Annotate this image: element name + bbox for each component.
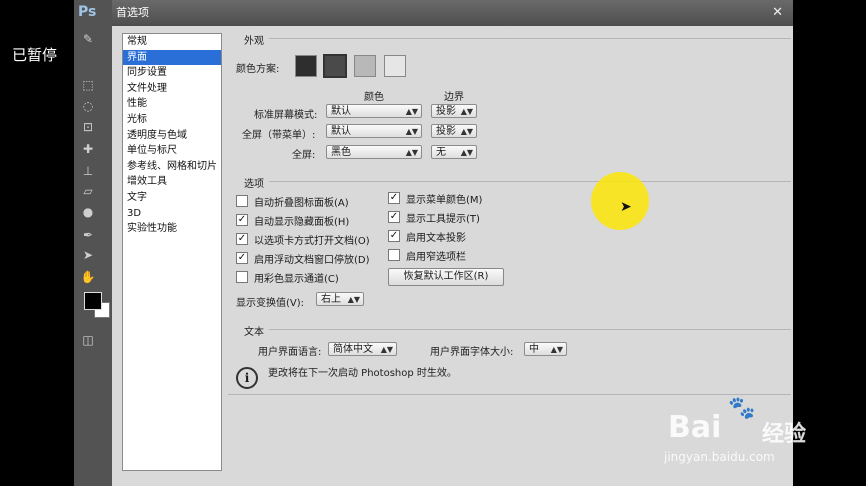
chevron-down-icon: ▲▼ — [380, 345, 393, 354]
ps-toolbar — [74, 0, 113, 486]
text-drop-shadow-checkbox[interactable]: ✓ 启用文本投影 — [388, 228, 466, 244]
ui-font-size-label: 用户界面字体大小: — [430, 347, 514, 358]
checkmark-icon[interactable]: ✓ — [236, 252, 248, 264]
full-screen-menu-label: 全屏（带菜单）: — [242, 130, 316, 141]
channels-in-color-checkbox[interactable]: 用彩色显示通道(C) — [236, 269, 339, 285]
ui-font-size-select[interactable]: 中 ▲▼ — [524, 342, 567, 356]
open-as-tabs-checkbox[interactable]: ✓ 以选项卡方式打开文档(O) — [236, 231, 370, 247]
show-tooltips-checkbox[interactable]: ✓ 显示工具提示(T) — [388, 209, 480, 225]
blur-icon[interactable]: ● — [80, 205, 96, 219]
eraser-icon[interactable]: ▱ — [80, 184, 96, 198]
color-scheme-swatch-light[interactable] — [354, 55, 376, 77]
nav-item-type[interactable]: 文字 — [123, 190, 221, 206]
restart-note: 更改将在下一次启动 Photoshop 时生效。 — [268, 368, 457, 379]
crop-icon[interactable]: ⊡ — [80, 120, 96, 134]
watermark-url: jingyan.baidu.com — [664, 450, 775, 464]
auto-collapse-checkbox[interactable]: 自动折叠图标面板(A) — [236, 193, 349, 209]
transform-values-select[interactable]: 右上 ▲▼ — [316, 292, 364, 306]
ui-language-select[interactable]: 简体中文 ▲▼ — [328, 342, 397, 356]
nav-item-transparency[interactable]: 透明度与色域 — [123, 128, 221, 144]
chevron-down-icon: ▲▼ — [405, 107, 418, 116]
checkmark-icon[interactable]: ✓ — [236, 214, 248, 226]
appearance-divider — [269, 38, 791, 39]
options-section-title: 选项 — [244, 179, 264, 190]
color-scheme-label: 颜色方案: — [236, 64, 280, 75]
chevron-down-icon: ▲▼ — [550, 345, 563, 354]
close-icon[interactable]: ✕ — [772, 0, 783, 26]
nav-item-interface[interactable]: 界面 — [123, 49, 221, 66]
floating-docking-checkbox[interactable]: ✓ 启用浮动文档窗口停放(D) — [236, 250, 370, 266]
ps-logo: Ps — [78, 4, 97, 20]
marquee-icon[interactable]: ⬚ — [80, 78, 96, 92]
checkmark-icon[interactable]: ✓ — [388, 192, 400, 204]
checkbox-box[interactable] — [236, 195, 248, 207]
dialog-titlebar: 首选项 ✕ — [112, 0, 793, 26]
nav-item-cursors[interactable]: 光标 — [123, 112, 221, 128]
column-header-border: 边界 — [444, 92, 464, 103]
nav-item-general[interactable]: 常规 — [123, 34, 221, 50]
auto-show-hidden-checkbox[interactable]: ✓ 自动显示隐藏面板(H) — [236, 212, 349, 228]
checkbox-box[interactable] — [236, 271, 248, 283]
nav-item-3d[interactable]: 3D — [123, 206, 221, 222]
nav-item-file-handling[interactable]: 文件处理 — [123, 81, 221, 97]
nav-item-experimental[interactable]: 实验性功能 — [123, 221, 221, 237]
nav-item-plugins[interactable]: 增效工具 — [123, 174, 221, 190]
healing-icon[interactable]: ✚ — [80, 142, 96, 156]
checkmark-icon[interactable]: ✓ — [236, 233, 248, 245]
text-section-title: 文本 — [244, 327, 264, 338]
checkbox-box[interactable] — [388, 249, 400, 261]
chevron-down-icon: ▲▼ — [405, 148, 418, 157]
bottom-divider — [228, 394, 791, 395]
watermark-brand: Bai — [668, 410, 722, 445]
transform-values-label: 显示变换值(V): — [236, 298, 305, 309]
nav-item-sync-settings[interactable]: 同步设置 — [123, 65, 221, 81]
full-screen-border-select[interactable]: 无 ▲▼ — [431, 145, 477, 159]
watermark-brand2: 经验 — [762, 422, 807, 447]
mouse-cursor-icon: ➤ — [620, 199, 632, 215]
standard-screen-label: 标准屏幕模式: — [254, 110, 318, 121]
nav-item-performance[interactable]: 性能 — [123, 96, 221, 112]
standard-screen-color-select[interactable]: 默认 ▲▼ — [326, 104, 422, 118]
column-header-color: 颜色 — [364, 92, 384, 103]
lasso-icon[interactable]: ◌ — [80, 99, 96, 113]
paw-icon: 🐾 — [728, 396, 756, 421]
restore-workspace-button[interactable]: 恢复默认工作区(R) — [388, 268, 504, 286]
chevron-down-icon: ▲▼ — [460, 148, 473, 157]
full-screen-menu-border-select[interactable]: 投影 ▲▼ — [431, 124, 477, 138]
preferences-nav: 常规 界面 同步设置 文件处理 性能 光标 透明度与色域 单位与标尺 参考线、网… — [122, 33, 222, 471]
info-icon: i — [236, 367, 258, 389]
foreground-color-swatch[interactable] — [84, 292, 102, 310]
pen-icon[interactable]: ✒ — [80, 228, 96, 242]
hand-icon[interactable]: ✋ — [80, 270, 96, 284]
dialog-title: 首选项 — [116, 6, 149, 19]
checkmark-icon[interactable]: ✓ — [388, 211, 400, 223]
quick-mask-icon[interactable]: ◫ — [80, 333, 96, 347]
paused-label: 已暂停 — [12, 46, 58, 64]
checkmark-icon[interactable]: ✓ — [388, 230, 400, 242]
color-scheme-swatch-lightest[interactable] — [384, 55, 406, 77]
nav-item-units-rulers[interactable]: 单位与标尺 — [123, 143, 221, 159]
color-scheme-swatch-dark[interactable] — [323, 54, 347, 78]
options-divider — [269, 181, 791, 182]
chevron-down-icon: ▲▼ — [460, 127, 473, 136]
chevron-down-icon: ▲▼ — [460, 107, 473, 116]
ui-language-label: 用户界面语言: — [258, 347, 322, 358]
brush-icon[interactable]: ✎ — [80, 32, 96, 46]
text-divider — [269, 329, 791, 330]
path-select-icon[interactable]: ➤ — [80, 248, 96, 262]
show-menu-colors-checkbox[interactable]: ✓ 显示菜单颜色(M) — [388, 190, 482, 206]
stamp-icon[interactable]: ⊥ — [80, 164, 96, 178]
color-scheme-swatch-darkest[interactable] — [295, 55, 317, 77]
nav-item-guides-grid[interactable]: 参考线、网格和切片 — [123, 159, 221, 175]
narrow-options-bar-checkbox[interactable]: 启用窄选项栏 — [388, 247, 466, 263]
full-screen-menu-color-select[interactable]: 默认 ▲▼ — [326, 124, 422, 138]
appearance-section-title: 外观 — [244, 36, 264, 47]
standard-screen-border-select[interactable]: 投影 ▲▼ — [431, 104, 477, 118]
full-screen-label: 全屏: — [292, 150, 316, 161]
chevron-down-icon: ▲▼ — [347, 295, 360, 304]
full-screen-color-select[interactable]: 黑色 ▲▼ — [326, 145, 422, 159]
chevron-down-icon: ▲▼ — [405, 127, 418, 136]
